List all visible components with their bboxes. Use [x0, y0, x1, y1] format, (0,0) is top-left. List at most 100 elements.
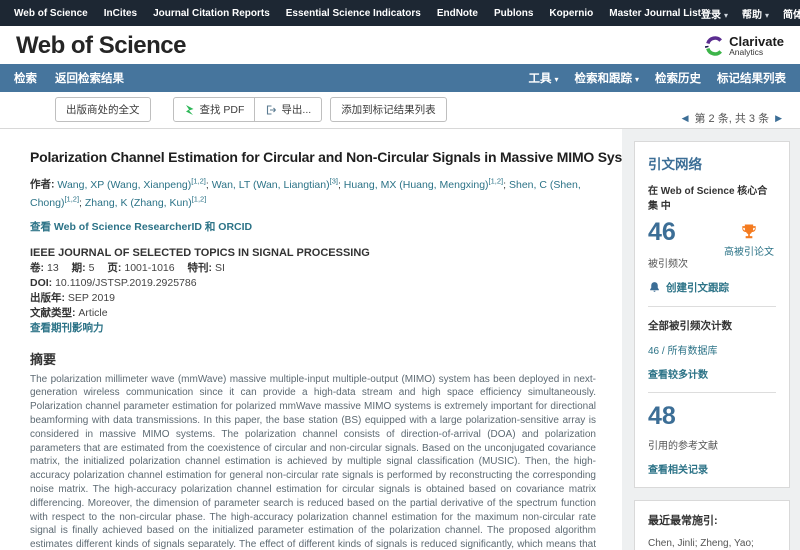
- nav-back-to-results[interactable]: 返回检索结果: [55, 70, 124, 86]
- abstract-text: The polarization millimeter wave (mmWave…: [30, 373, 596, 550]
- doc-type-line: 文献类型: Article: [30, 306, 596, 321]
- previous-record-icon[interactable]: ◀: [682, 113, 689, 124]
- pagination-text: 第 2 条, 共 3 条: [695, 110, 770, 126]
- add-to-marked-list-button[interactable]: 添加到标记结果列表: [330, 97, 447, 122]
- pub-year-line: 出版年: SEP 2019: [30, 291, 596, 306]
- citing-article-authors: Chen, Jinli; Zheng, Yao; Zhang, Tingxiao…: [648, 538, 754, 550]
- sign-in-menu[interactable]: 登录▾: [701, 6, 728, 21]
- nav-search-history[interactable]: 检索历史: [655, 70, 701, 86]
- recent-citations-box: 最近最常施引: Chen, Jinli; Zheng, Yao; Zhang, …: [634, 500, 790, 550]
- product-nav-link[interactable]: Master Journal List: [609, 8, 701, 19]
- author-link[interactable]: Zhang, K (Zhang, Kun): [85, 197, 192, 209]
- doc-type-value: Article: [78, 307, 107, 319]
- clarivate-logo-icon: [704, 36, 724, 56]
- nav-marked-list[interactable]: 标记结果列表: [717, 70, 786, 86]
- all-databases-link[interactable]: 46 / 所有数据库: [648, 346, 717, 357]
- researcher-id-link[interactable]: 查看 Web of Science ResearcherID 和 ORCID: [30, 221, 252, 233]
- journal-impact-line: 查看期刊影响力: [30, 321, 596, 336]
- web-of-science-page: Web of Science InCites Journal Citation Re…: [0, 0, 800, 550]
- journal-impact-link[interactable]: 查看期刊影响力: [30, 322, 104, 334]
- brand-subtitle: Analytics: [729, 48, 784, 57]
- author-link[interactable]: Wang, XP (Wang, Xianpeng): [57, 179, 191, 191]
- abstract-heading: 摘要: [30, 349, 596, 368]
- help-menu[interactable]: 帮助▾: [742, 6, 769, 21]
- toolbar: 出版商处的全文 查找 PDF 导出... 添加到标记结果列表 ◀ 第 2 条, …: [0, 92, 800, 128]
- authors-label: 作者:: [30, 179, 55, 191]
- highly-cited-link[interactable]: 高被引论文: [724, 243, 774, 258]
- times-cited-row: 46 被引频次 高被引论文: [648, 220, 776, 270]
- export-icon: [265, 104, 277, 116]
- trophy-icon: [739, 222, 759, 242]
- cited-references-count[interactable]: 48: [648, 404, 776, 429]
- cited-references-label: 引用的参考文献: [648, 437, 776, 452]
- author-affiliation-sup[interactable]: [1,2]: [489, 176, 504, 185]
- product-nav-link[interactable]: Web of Science: [14, 8, 88, 19]
- product-nav-links: Web of Science InCites Journal Citation Re…: [14, 8, 701, 19]
- times-cited-block: 46 被引频次: [648, 220, 688, 270]
- export-button[interactable]: 导出...: [254, 97, 322, 122]
- related-records-link[interactable]: 查看相关记录: [648, 465, 708, 476]
- author-link[interactable]: Huang, MX (Huang, Mengxing): [344, 179, 489, 191]
- nav-tools-menu[interactable]: 工具▾: [528, 70, 558, 86]
- create-citation-alert-link[interactable]: 创建引文跟踪: [666, 280, 729, 295]
- article-title: Polarization Channel Estimation for Circ…: [30, 149, 596, 165]
- search-nav-bar: 检索 返回检索结果 工具▾ 检索和跟踪▾ 检索历史 标记结果列表: [0, 64, 800, 92]
- next-record-icon[interactable]: ▶: [775, 113, 782, 124]
- product-nav-link[interactable]: Kopernio: [549, 8, 593, 19]
- account-nav: 登录▾ 帮助▾ 简体中文▾: [701, 6, 800, 21]
- kopernio-pdf-icon: [184, 104, 196, 116]
- product-nav-link[interactable]: InCites: [104, 8, 137, 19]
- citation-network-box: 引文网络 在 Web of Science 核心合集 中 46 被引频次 高被引…: [634, 141, 790, 488]
- divider: [648, 306, 776, 307]
- author-affiliation-sup[interactable]: [3]: [330, 176, 338, 185]
- content: Polarization Channel Estimation for Circ…: [0, 128, 800, 550]
- record-pagination: ◀ 第 2 条, 共 3 条 ▶: [682, 110, 782, 126]
- pub-year-value: SEP 2019: [68, 292, 115, 304]
- divider: [648, 392, 776, 393]
- recent-citations-heading: 最近最常施引:: [648, 512, 776, 528]
- search-nav-left: 检索 返回检索结果: [14, 70, 124, 86]
- full-text-publisher-button[interactable]: 出版商处的全文: [55, 97, 151, 122]
- bell-icon: [648, 281, 661, 294]
- create-citation-alert-row[interactable]: 创建引文跟踪: [648, 280, 776, 295]
- product-nav-link[interactable]: Publons: [494, 8, 533, 19]
- nav-search[interactable]: 检索: [14, 70, 37, 86]
- authors-list: Wang, XP (Wang, Xianpeng)[1,2]; Wan, LT …: [30, 179, 581, 209]
- citation-network-heading: 引文网络: [648, 153, 776, 173]
- chevron-down-icon: ▾: [765, 11, 769, 20]
- author: Wang, XP (Wang, Xianpeng)[1,2];: [57, 179, 211, 191]
- view-more-counts-link[interactable]: 查看较多计数: [648, 370, 708, 381]
- find-pdf-button[interactable]: 查找 PDF: [173, 97, 256, 122]
- authors-line: 作者: Wang, XP (Wang, Xianpeng)[1,2]; Wan,…: [30, 175, 596, 212]
- journal-name: IEEE JOURNAL OF SELECTED TOPICS IN SIGNA…: [30, 246, 596, 262]
- author-link[interactable]: Wan, LT (Wan, Liangtian): [212, 179, 330, 191]
- author-affiliation-sup[interactable]: [1,2]: [192, 194, 207, 203]
- special-issue-field: 特刊:SI: [188, 262, 225, 274]
- author-affiliation-sup[interactable]: [1,2]: [191, 176, 206, 185]
- language-menu[interactable]: 简体中文▾: [783, 6, 800, 21]
- times-cited-count[interactable]: 46: [648, 220, 688, 245]
- chevron-down-icon: ▾: [554, 75, 558, 84]
- wos-logo[interactable]: Web of Science: [16, 32, 186, 60]
- journal-block: IEEE JOURNAL OF SELECTED TOPICS IN SIGNA…: [30, 246, 596, 336]
- times-cited-label: 被引频次: [648, 255, 688, 270]
- nav-searches-alerts-menu[interactable]: 检索和跟踪▾: [574, 70, 639, 86]
- product-nav-link[interactable]: EndNote: [437, 8, 478, 19]
- chevron-down-icon: ▾: [635, 75, 639, 84]
- all-times-cited-heading: 全部被引频次计数: [648, 318, 776, 333]
- citing-article: Chen, Jinli; Zheng, Yao; Zhang, Tingxiao…: [648, 537, 776, 550]
- doi-value: 10.1109/JSTSP.2019.2925786: [55, 277, 196, 289]
- volume-field: 卷:13: [30, 262, 59, 274]
- issue-field: 期:5: [72, 262, 95, 274]
- search-nav-right: 工具▾ 检索和跟踪▾ 检索历史 标记结果列表: [528, 70, 786, 86]
- product-nav-bar: Web of Science InCites Journal Citation Re…: [0, 0, 800, 26]
- author-affiliation-sup[interactable]: [1,2]: [64, 194, 79, 203]
- product-nav-link[interactable]: Journal Citation Reports: [153, 8, 270, 19]
- related-records-line: 查看相关记录: [648, 461, 776, 476]
- core-collection-label: 在 Web of Science 核心合集 中: [648, 182, 776, 212]
- highly-cited-block: 高被引论文: [724, 222, 776, 270]
- doi-line: DOI: 10.1109/JSTSP.2019.2925786: [30, 276, 596, 291]
- product-nav-link[interactable]: Essential Science Indicators: [286, 8, 421, 19]
- bib-line: 卷:13 期:5 页:1001-1016 特刊:SI: [30, 261, 596, 276]
- researcher-id-line: 查看 Web of Science ResearcherID 和 ORCID: [30, 219, 596, 234]
